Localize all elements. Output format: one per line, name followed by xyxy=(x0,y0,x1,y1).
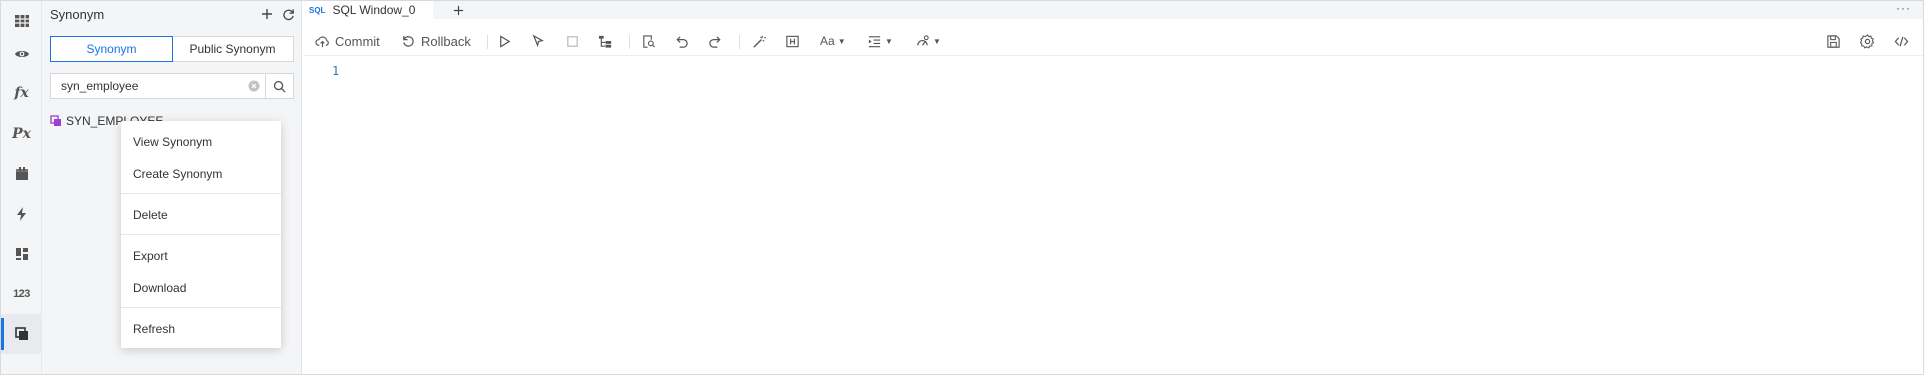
menu-item-refresh[interactable]: Refresh xyxy=(121,316,281,342)
font-case-icon: Aa xyxy=(820,34,835,48)
menu-item-create-synonym[interactable]: Create Synonym xyxy=(121,161,281,187)
commit-button[interactable]: Commit xyxy=(315,31,380,51)
save-button[interactable] xyxy=(1826,31,1841,51)
chevron-down-icon: ▼ xyxy=(837,36,846,46)
save-icon xyxy=(1827,34,1840,48)
toolbar-divider xyxy=(739,35,740,49)
cursor-run-icon xyxy=(532,34,544,47)
menu-divider xyxy=(121,234,281,235)
redo-button[interactable] xyxy=(708,31,723,51)
editor-tab-bar: SQL SQL Window_0 ··· xyxy=(303,1,1923,19)
tree-structure-icon xyxy=(598,35,612,48)
doc-search-icon xyxy=(643,34,655,48)
indent-button[interactable]: ▼ xyxy=(867,31,893,51)
context-menu: View Synonym Create Synonym Delete Expor… xyxy=(121,121,281,348)
rollback-icon xyxy=(403,35,414,47)
sequence-icon[interactable]: 123 xyxy=(1,274,42,314)
undo-button[interactable] xyxy=(674,31,689,51)
stop-button[interactable] xyxy=(565,31,580,51)
search-icon xyxy=(273,80,286,93)
play-icon xyxy=(500,34,511,48)
line-number: 1 xyxy=(332,64,340,78)
gear-icon xyxy=(1860,33,1875,49)
refresh-icon xyxy=(282,8,294,20)
find-button[interactable] xyxy=(641,31,656,51)
search-button[interactable] xyxy=(265,74,293,98)
plus-icon xyxy=(262,9,272,19)
code-icon xyxy=(1894,36,1909,46)
magic-wand-icon xyxy=(753,35,767,48)
menu-divider xyxy=(121,307,281,308)
settings-button[interactable] xyxy=(1860,31,1875,51)
more-options-button[interactable]: ··· xyxy=(1896,1,1911,15)
menu-item-download[interactable]: Download xyxy=(121,275,281,301)
snippet-icon xyxy=(786,35,799,47)
cloud-upload-icon xyxy=(315,36,329,47)
tab-public-synonym[interactable]: Public Synonym xyxy=(172,37,293,61)
undo-icon xyxy=(676,35,688,48)
refresh-button[interactable] xyxy=(279,5,297,23)
panel-title: Synonym xyxy=(50,7,105,22)
stop-icon xyxy=(567,35,578,47)
tab-sql-window[interactable]: SQL SQL Window_0 xyxy=(303,1,433,19)
beautify-button[interactable] xyxy=(752,31,767,51)
toolbar-divider xyxy=(487,35,488,49)
search-input[interactable] xyxy=(51,74,243,98)
new-tab-button[interactable] xyxy=(449,1,467,19)
tools-dropdown-button[interactable]: ▼ xyxy=(915,31,941,51)
toolbar-divider xyxy=(629,35,630,49)
case-format-button[interactable]: Aa ▼ xyxy=(820,31,846,51)
code-view-button[interactable] xyxy=(1894,31,1909,51)
editor-toolbar: Commit Rollback Aa ▼ ▼ ▼ xyxy=(303,26,1923,56)
menu-item-view-synonym[interactable]: View Synonym xyxy=(121,129,281,155)
rollback-label: Rollback xyxy=(421,33,471,49)
clear-search-button[interactable] xyxy=(243,74,265,98)
menu-item-delete[interactable]: Delete xyxy=(121,202,281,228)
synonym-search xyxy=(50,73,294,99)
synonym-icon[interactable] xyxy=(1,314,42,354)
tab-label: SQL Window_0 xyxy=(332,3,416,17)
trigger-icon[interactable] xyxy=(1,194,42,234)
clear-icon xyxy=(248,80,260,92)
menu-item-export[interactable]: Export xyxy=(121,243,281,269)
plus-icon xyxy=(453,5,463,15)
explain-plan-button[interactable] xyxy=(598,31,613,51)
tab-synonym[interactable]: Synonym xyxy=(50,36,173,62)
object-type-rail: fx Px 123 xyxy=(1,1,42,374)
rollback-button[interactable]: Rollback xyxy=(401,31,471,51)
tools-icon xyxy=(917,34,929,46)
commit-label: Commit xyxy=(335,33,380,49)
sql-badge-icon: SQL xyxy=(309,5,326,15)
chevron-down-icon: ▼ xyxy=(933,36,941,46)
synonym-object-icon xyxy=(50,115,61,126)
view-icon[interactable] xyxy=(1,34,42,74)
synonym-type-switch: Synonym Public Synonym xyxy=(50,36,294,62)
run-button[interactable] xyxy=(497,31,512,51)
menu-divider xyxy=(121,193,281,194)
function-icon[interactable]: fx xyxy=(1,73,42,113)
redo-icon xyxy=(709,35,721,48)
add-synonym-button[interactable] xyxy=(258,5,276,23)
procedure-icon[interactable]: Px xyxy=(1,114,42,154)
chevron-down-icon: ▼ xyxy=(885,36,893,46)
type-icon[interactable] xyxy=(1,234,42,274)
run-selected-button[interactable] xyxy=(531,31,546,51)
snippet-button[interactable] xyxy=(785,31,800,51)
indent-icon xyxy=(868,35,881,47)
package-icon[interactable] xyxy=(1,154,42,194)
